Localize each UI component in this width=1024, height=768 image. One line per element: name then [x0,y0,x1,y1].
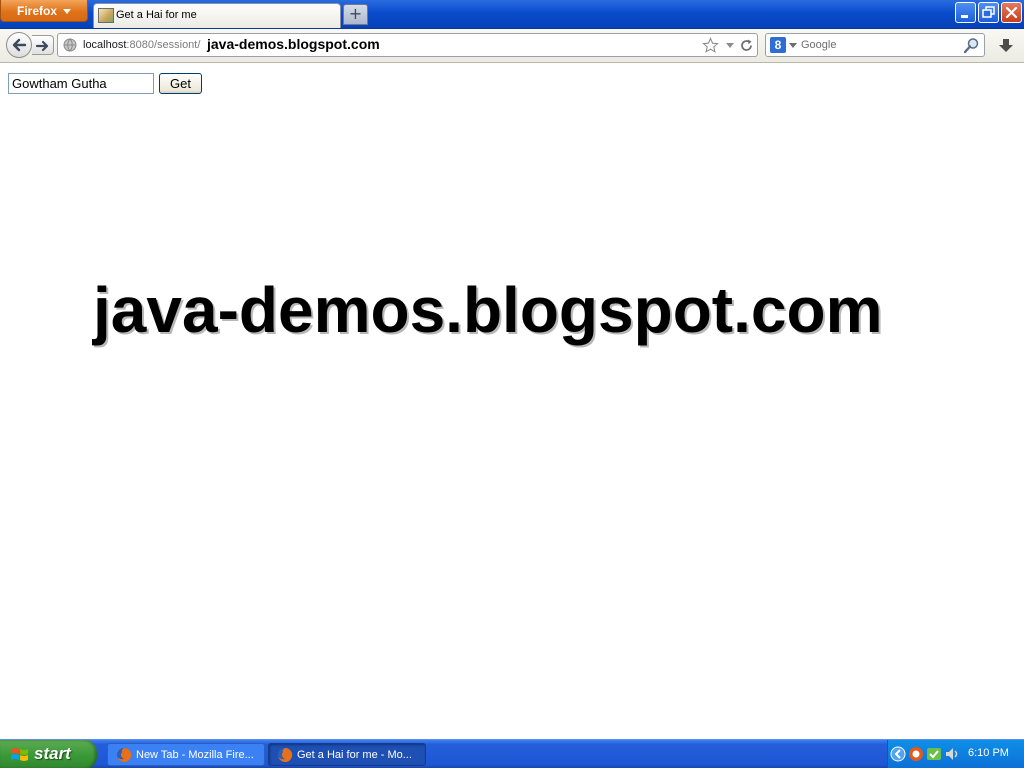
firefox-icon [278,747,293,762]
desktop-screen: Firefox Get a Hai for me + localhost:808… [0,0,1024,768]
start-button[interactable]: start [0,740,97,768]
url-host-part: localhost [83,39,127,51]
close-icon [1005,6,1018,19]
windows-taskbar: start New Tab - Mozilla Fire... Get a Ha… [0,739,1024,768]
windows-logo-icon [11,748,28,761]
plus-icon: + [348,4,363,23]
minimize-icon [961,15,968,18]
chevron-down-icon[interactable] [725,42,735,50]
get-button[interactable]: Get [159,73,202,94]
url-text: localhost:8080/sessiont/ [83,39,200,51]
reload-icon[interactable] [739,38,754,53]
back-arrow-icon [12,38,27,52]
globe-icon [63,38,77,52]
star-icon[interactable] [702,37,719,54]
url-bar[interactable]: localhost:8080/sessiont/ java-demos.blog… [57,33,758,57]
antivirus-icon[interactable] [908,746,924,762]
page-heading: java-demos.blogspot.com [93,274,883,346]
download-arrow-icon[interactable] [996,36,1016,56]
volume-icon[interactable] [944,746,960,762]
search-input[interactable] [801,36,961,54]
taskbar-item-label: New Tab - Mozilla Fire... [136,749,254,761]
firefox-icon [117,747,132,762]
restore-button[interactable] [978,2,999,23]
firefox-menu-label: Firefox [16,4,57,18]
clock: 6:10 PM [968,747,1009,759]
search-bar[interactable]: 8 [765,33,985,57]
magnifier-icon[interactable] [963,37,980,54]
taskbar-item-label: Get a Hai for me - Mo... [297,749,412,761]
forward-button[interactable] [32,35,54,55]
new-tab-button[interactable]: + [343,4,368,25]
forward-arrow-icon [35,40,49,52]
firefox-menu-button[interactable]: Firefox [0,0,88,22]
name-input[interactable] [8,73,154,94]
taskbar-item-get-hai[interactable]: Get a Hai for me - Mo... [268,743,426,766]
google-engine-icon[interactable]: 8 [770,37,786,53]
show-hidden-icons-icon[interactable] [890,745,906,763]
window-titlebar: Firefox Get a Hai for me + [0,0,1024,29]
start-label: start [34,744,71,763]
tab-title: Get a Hai for me [116,9,197,21]
url-overlay-text: java-demos.blogspot.com [207,36,380,52]
network-icon[interactable] [926,746,942,762]
restore-icon [982,6,995,18]
system-tray: 6:10 PM [887,740,1024,768]
close-window-button[interactable] [1001,2,1022,23]
taskbar-item-new-tab[interactable]: New Tab - Mozilla Fire... [107,743,265,766]
page-favicon-icon [98,8,114,23]
minimize-button[interactable] [955,2,976,23]
page-content: Get java-demos.blogspot.com [0,63,1024,739]
caret-down-icon [63,9,71,15]
navigation-toolbar: localhost:8080/sessiont/ java-demos.blog… [0,29,1024,63]
url-path-part: :8080/sessiont/ [126,39,201,51]
tab-active[interactable]: Get a Hai for me [93,3,341,28]
engine-dropdown-icon[interactable] [789,43,797,49]
back-button[interactable] [6,32,32,58]
